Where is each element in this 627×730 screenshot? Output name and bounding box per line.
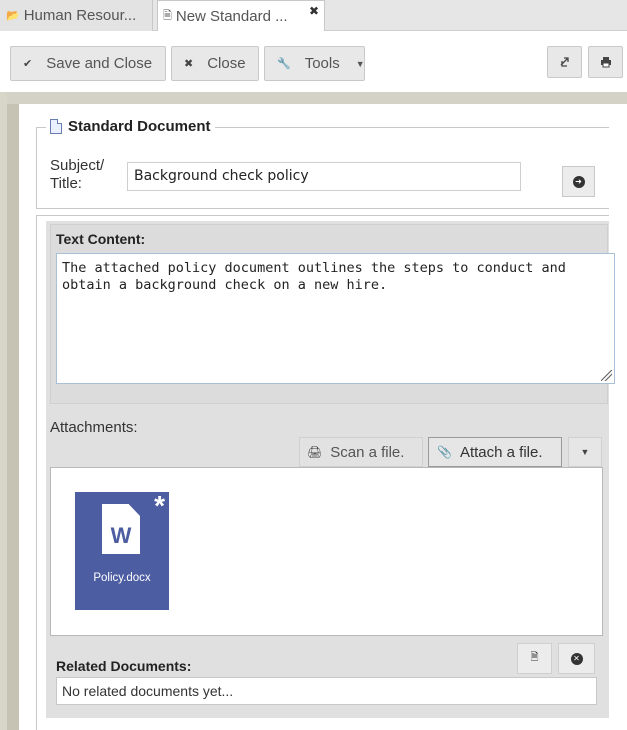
tab-label: New Standard ...: [175, 8, 288, 25]
document-icon: 🗎: [163, 10, 172, 22]
attach-file-label: Attach a file.: [459, 443, 543, 461]
wrench-icon: 🔧: [277, 58, 291, 70]
new-document-icon: 🗎: [530, 652, 539, 663]
close-button[interactable]: ✖ Close: [171, 46, 259, 81]
text-content-value: The attached policy document outlines th…: [62, 260, 566, 293]
resize-grip-icon[interactable]: [601, 370, 612, 381]
tab-bar: 📂 Human Resour... 🗎 New Standard ... ✖: [0, 0, 627, 32]
print-button[interactable]: [588, 46, 623, 78]
fieldset-legend: Standard Document: [46, 118, 215, 135]
print-icon: [600, 57, 611, 68]
close-tab-icon[interactable]: ✖: [309, 4, 319, 18]
link-icon: [560, 57, 569, 67]
link-button[interactable]: [547, 46, 582, 78]
check-icon: ✔: [23, 58, 33, 70]
word-letter: W: [110, 523, 132, 548]
subject-label: Subject/ Title:: [50, 157, 105, 192]
toolbar-divider: [0, 92, 627, 104]
arrow-right-icon: ➜: [572, 175, 585, 188]
text-content-label: Text Content:: [56, 231, 146, 247]
close-label: Close: [207, 55, 246, 72]
frame-border: [0, 92, 7, 730]
tools-label: Tools: [304, 55, 340, 72]
caret-down-icon: ▼: [580, 447, 590, 457]
attachment-filename: Policy.docx: [93, 572, 151, 584]
tab-human-resources[interactable]: 📂 Human Resour...: [0, 0, 153, 31]
folder-open-icon: 📂: [6, 10, 20, 22]
paperclip-icon: 📎: [437, 445, 452, 459]
remove-related-document-button[interactable]: ✕: [558, 643, 595, 674]
scan-file-button[interactable]: 🖨 Scan a file.: [299, 437, 423, 467]
x-icon: ✖: [184, 58, 194, 70]
scanner-icon: 🖨: [307, 445, 323, 459]
attach-file-button[interactable]: 📎 Attach a file.: [428, 437, 562, 467]
attachment-tile[interactable]: * W Policy.docx: [75, 492, 169, 610]
subject-input[interactable]: Background check policy: [127, 162, 521, 191]
attachments-label: Attachments:: [50, 419, 138, 436]
toolbar: ✔ Save and Close ✖ Close 🔧 Tools ▼: [0, 31, 627, 92]
word-document-icon: W: [102, 504, 140, 554]
tools-button[interactable]: 🔧 Tools ▼: [264, 46, 365, 81]
add-related-document-button[interactable]: 🗎: [517, 643, 552, 674]
save-and-close-button[interactable]: ✔ Save and Close: [10, 46, 166, 81]
tab-label: Human Resour...: [23, 7, 137, 24]
scan-file-label: Scan a file.: [330, 443, 405, 461]
new-badge-icon: *: [154, 490, 165, 521]
save-and-close-label: Save and Close: [46, 55, 153, 72]
fieldset-border-bottom: [36, 208, 609, 209]
text-content-textarea[interactable]: The attached policy document outlines th…: [56, 253, 615, 384]
attach-dropdown-button[interactable]: ▼: [568, 437, 602, 467]
tab-new-standard-document[interactable]: 🗎 New Standard ... ✖: [157, 0, 325, 32]
frame-border-inner: [7, 104, 19, 730]
related-documents-list: No related documents yet...: [56, 677, 597, 705]
go-button[interactable]: ➜: [562, 166, 595, 197]
related-documents-label: Related Documents:: [56, 658, 192, 674]
close-circle-icon: ✕: [570, 652, 583, 665]
fieldset-border-left: [36, 127, 37, 209]
caret-down-icon: ▼: [355, 58, 365, 69]
legend-text: Standard Document: [68, 118, 211, 135]
document-icon: [50, 119, 62, 134]
